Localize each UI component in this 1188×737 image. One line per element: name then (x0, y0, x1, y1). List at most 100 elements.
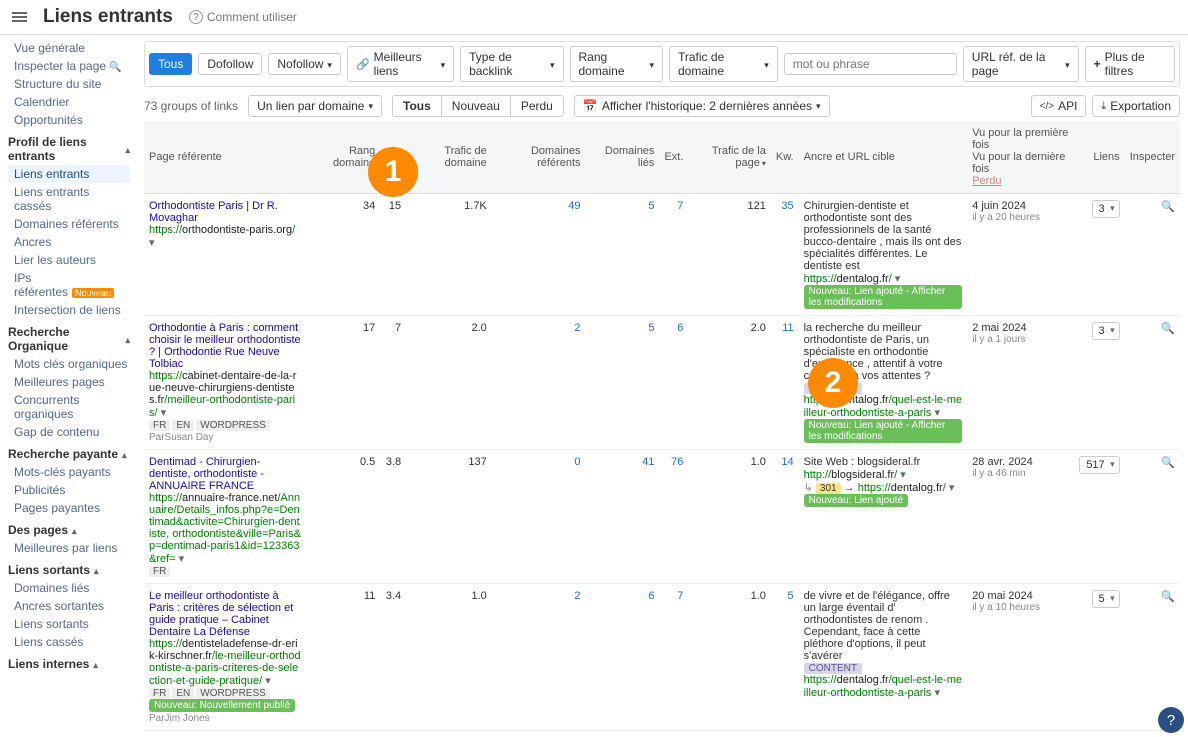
sidebar-item[interactable]: Inspecter la page 🔍 (8, 57, 130, 75)
sidebar-section[interactable]: Recherche payante (8, 447, 130, 461)
sidebar-section[interactable]: Recherche Organique (8, 325, 130, 353)
sidebar-item[interactable]: Intersection de liens (8, 301, 130, 319)
filter-url-ref[interactable]: URL réf. de la page (963, 46, 1079, 82)
sidebar-item[interactable]: Calendrier (8, 93, 130, 111)
sidebar-item[interactable]: Domaines référents (8, 215, 130, 233)
cell-dr[interactable]: 2 (492, 316, 586, 450)
col-rang[interactable]: Rang domaine (306, 121, 380, 194)
cell-ext[interactable]: 6 (659, 316, 688, 450)
col-dom-lies[interactable]: Domaines liés (586, 121, 660, 194)
sidebar-item[interactable]: Liens sortants (8, 615, 130, 633)
sidebar-section[interactable]: Liens internes (8, 657, 130, 671)
redirect-target[interactable]: https://dentalog.fr/ ▾ (858, 482, 955, 494)
tab-perdu[interactable]: Perdu (511, 96, 563, 116)
cell-kw[interactable]: 5 (771, 584, 799, 731)
ref-page-url[interactable]: https://cabinet-dentaire-de-la-rue-neuve… (149, 370, 296, 419)
more-filters[interactable]: Plus de filtres (1085, 46, 1175, 82)
sidebar-item[interactable]: Liens entrants cassés (8, 183, 130, 215)
inspect-icon[interactable] (1125, 194, 1180, 316)
links-select[interactable]: 3 (1092, 322, 1120, 340)
cell-ext[interactable]: 7 (659, 194, 688, 316)
howto-link[interactable]: ? Comment utiliser (189, 10, 297, 24)
col-anchor[interactable]: Ancre et URL cible (799, 121, 968, 194)
sidebar-item[interactable]: Concurrents organiques (8, 391, 130, 423)
api-button[interactable]: API (1031, 95, 1087, 117)
filter-best-links[interactable]: Meilleurs liens (347, 46, 454, 82)
sidebar-item[interactable]: Pages payantes (8, 499, 130, 517)
sidebar-item[interactable]: Lier les auteurs (8, 251, 130, 269)
help-fab[interactable]: ? (1158, 707, 1184, 733)
cell-kw[interactable]: 14 (771, 450, 799, 584)
col-dom-ref[interactable]: Domaines référents (492, 121, 586, 194)
links-select[interactable]: 3 (1092, 200, 1120, 218)
cell-kw[interactable]: 35 (771, 194, 799, 316)
ref-page-url[interactable]: https://dentisteladefense-dr-erik-kirsch… (149, 638, 301, 687)
col-page-ref[interactable]: Page référente (144, 121, 306, 194)
col-liens[interactable]: Liens (1074, 121, 1124, 194)
links-select[interactable]: 5 (1092, 590, 1120, 608)
sidebar-item[interactable]: Publicités (8, 481, 130, 499)
sidebar-item[interactable]: Vue générale (8, 39, 130, 57)
links-select[interactable]: 517 (1079, 456, 1119, 474)
target-url[interactable]: https://dentalog.fr/ ▾ (804, 273, 901, 285)
inspect-icon[interactable] (1125, 316, 1180, 450)
filter-tous[interactable]: Tous (149, 53, 192, 75)
filter-nofollow[interactable]: Nofollow (268, 53, 341, 75)
ref-page-title[interactable]: Orthodontie à Paris : comment choisir le… (149, 322, 301, 370)
cell-ext[interactable]: 7 (659, 584, 688, 731)
sidebar-item[interactable]: Mots-clés payants (8, 463, 130, 481)
col-kw[interactable]: Kw. (771, 121, 799, 194)
sidebar-item[interactable]: IPs référentesNouveau (8, 269, 130, 301)
new-link-badge[interactable]: Nouveau: Lien ajouté - Afficher les modi… (804, 285, 963, 309)
tab-tous[interactable]: Tous (393, 96, 442, 116)
cell-dr[interactable]: 0 (492, 450, 586, 584)
cell-dl[interactable]: 41 (586, 450, 660, 584)
history-dropdown[interactable]: 📅Afficher l'historique: 2 dernières anné… (574, 95, 830, 117)
ref-page-title[interactable]: Orthodontiste Paris | Dr R. Movaghar (149, 200, 278, 224)
sidebar-item-active[interactable]: Liens entrants (8, 165, 130, 183)
search-box[interactable] (784, 53, 957, 75)
filter-domain-rank[interactable]: Rang domaine (570, 46, 664, 82)
col-trafic-page[interactable]: Trafic de la page (688, 121, 770, 194)
ref-page-title[interactable]: Le meilleur orthodontiste à Paris : crit… (149, 590, 293, 638)
filter-domain-traffic[interactable]: Trafic de domaine (669, 46, 778, 82)
filter-dofollow[interactable]: Dofollow (198, 53, 262, 75)
sidebar-item[interactable]: Domaines liés (8, 579, 130, 597)
sidebar-item[interactable]: Ancres (8, 233, 130, 251)
sidebar-item[interactable]: Structure du site (8, 75, 130, 93)
sidebar-item[interactable]: Liens cassés (8, 633, 130, 651)
ref-page-url[interactable]: https://annuaire-france.net/Annuaire/Det… (149, 492, 301, 565)
col-vu[interactable]: Vu pour la première fois Vu pour la dern… (967, 121, 1074, 194)
menu-icon[interactable] (12, 10, 27, 24)
sidebar-section[interactable]: Des pages (8, 523, 130, 537)
col-inspect[interactable]: Inspecter (1125, 121, 1180, 194)
search-input[interactable] (791, 56, 950, 72)
sidebar-item[interactable]: Meilleures pages (8, 373, 130, 391)
cell-dl[interactable]: 5 (586, 194, 660, 316)
sidebar-section[interactable]: Liens sortants (8, 563, 130, 577)
sidebar-section[interactable]: Profil de liens entrants (8, 135, 130, 163)
filter-backlink-type[interactable]: Type de backlink (460, 46, 563, 82)
target-url[interactable]: https://dentalog.fr/quel-est-le-meilleur… (804, 674, 962, 699)
cell-dr[interactable]: 49 (492, 194, 586, 316)
cell-kw[interactable]: 11 (771, 316, 799, 450)
sidebar-item[interactable]: Gap de contenu (8, 423, 130, 441)
new-link-badge[interactable]: Nouveau: Lien ajouté - Afficher les modi… (804, 419, 963, 443)
one-link-per-domain[interactable]: Un lien par domaine ▾ (248, 95, 382, 117)
cell-dl[interactable]: 6 (586, 584, 660, 731)
cell-ext[interactable]: 76 (659, 450, 688, 584)
sidebar-item[interactable]: Meilleures par liens (8, 539, 130, 557)
sidebar-item[interactable]: Opportunités (8, 111, 130, 129)
site-url[interactable]: http://blogsideral.fr/ ▾ (804, 469, 906, 481)
sidebar-item[interactable]: Ancres sortantes (8, 597, 130, 615)
cell-dl[interactable]: 5 (586, 316, 660, 450)
col-ext[interactable]: Ext. (659, 121, 688, 194)
cell-dr[interactable]: 2 (492, 584, 586, 731)
ref-page-title[interactable]: Dentimad - Chirurgien-dentiste, orthodon… (149, 456, 264, 492)
tab-nouveau[interactable]: Nouveau (442, 96, 511, 116)
sidebar-item[interactable]: Mots clés organiques (8, 355, 130, 373)
ref-page-url[interactable]: https://orthodontiste-paris.org/ ▾ (149, 224, 295, 249)
col-trafic-dom[interactable]: Trafic de domaine (406, 121, 492, 194)
export-button[interactable]: Exportation (1092, 95, 1180, 117)
inspect-icon[interactable] (1125, 450, 1180, 584)
